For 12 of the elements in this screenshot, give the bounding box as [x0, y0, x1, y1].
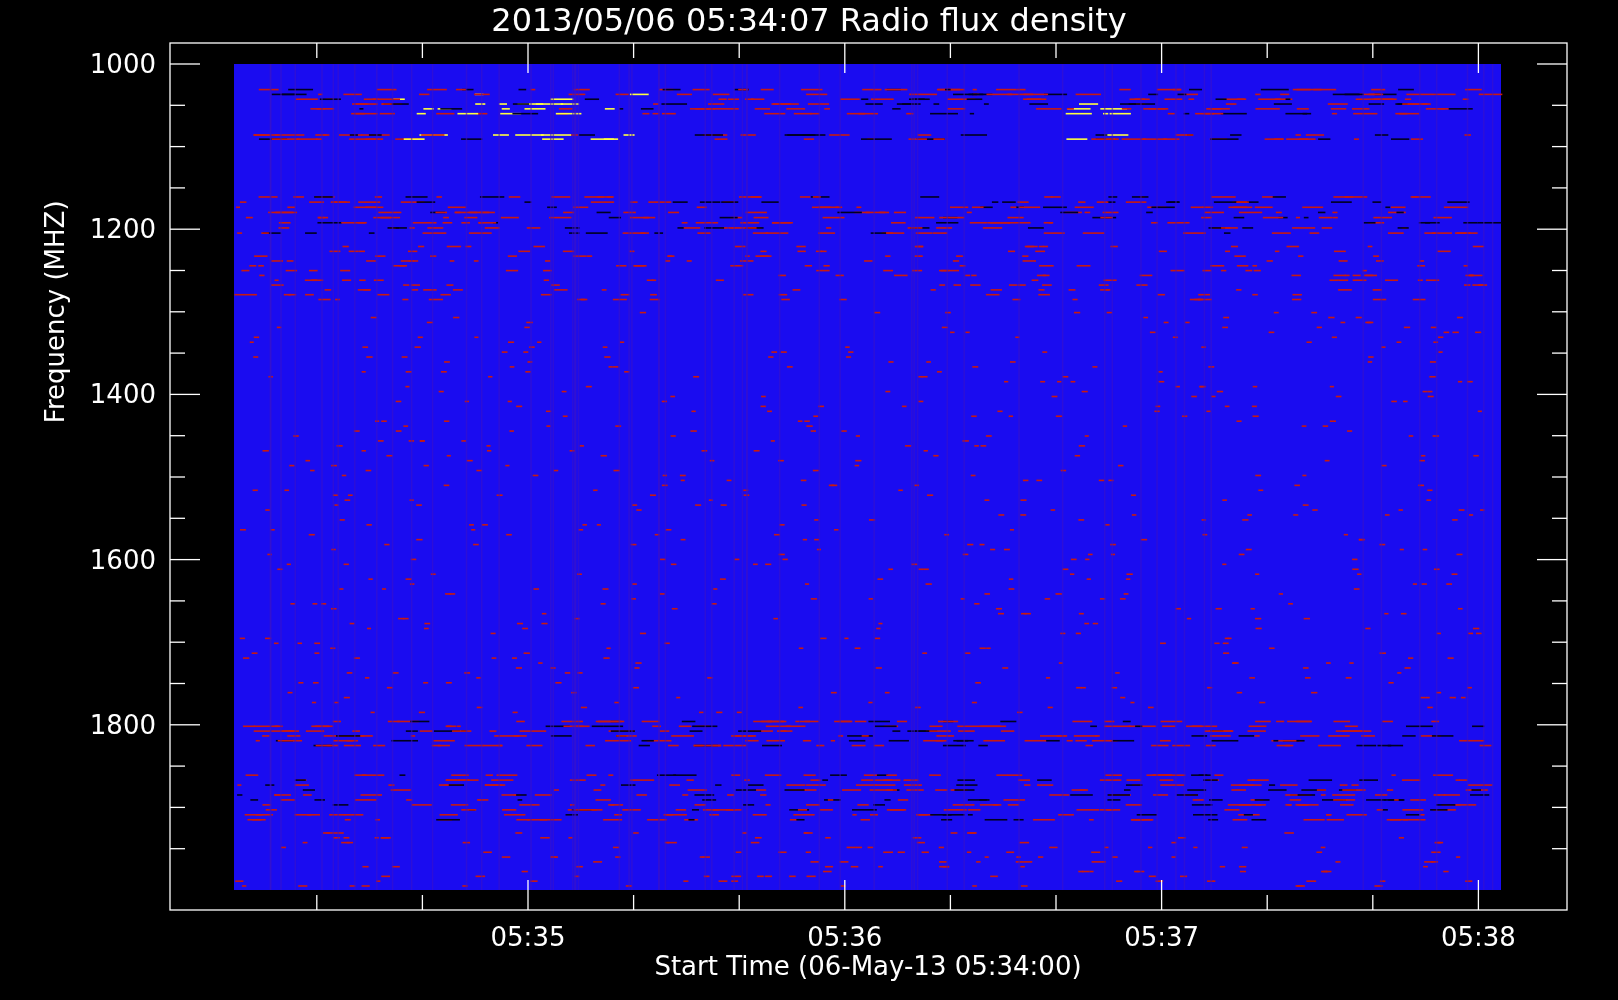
y-tick-label: 1000 — [89, 49, 156, 79]
y-axis-label: Frequency (MHZ) — [40, 200, 70, 424]
plot-title: 2013/05/06 05:34:07 Radio flux density — [491, 1, 1127, 39]
x-tick-label: 05:37 — [1124, 922, 1200, 952]
x-tick-label: 05:38 — [1440, 922, 1516, 952]
y-tick-label: 1600 — [89, 544, 156, 575]
y-tick-label: 1200 — [89, 214, 156, 245]
y-tick-label: 1800 — [89, 709, 156, 740]
x-axis-label: Start Time (06-May-13 05:34:00) — [654, 951, 1082, 981]
y-tick-label: 1400 — [89, 379, 156, 410]
x-tick-label: 05:36 — [807, 922, 883, 952]
x-tick-label: 05:35 — [490, 922, 566, 952]
